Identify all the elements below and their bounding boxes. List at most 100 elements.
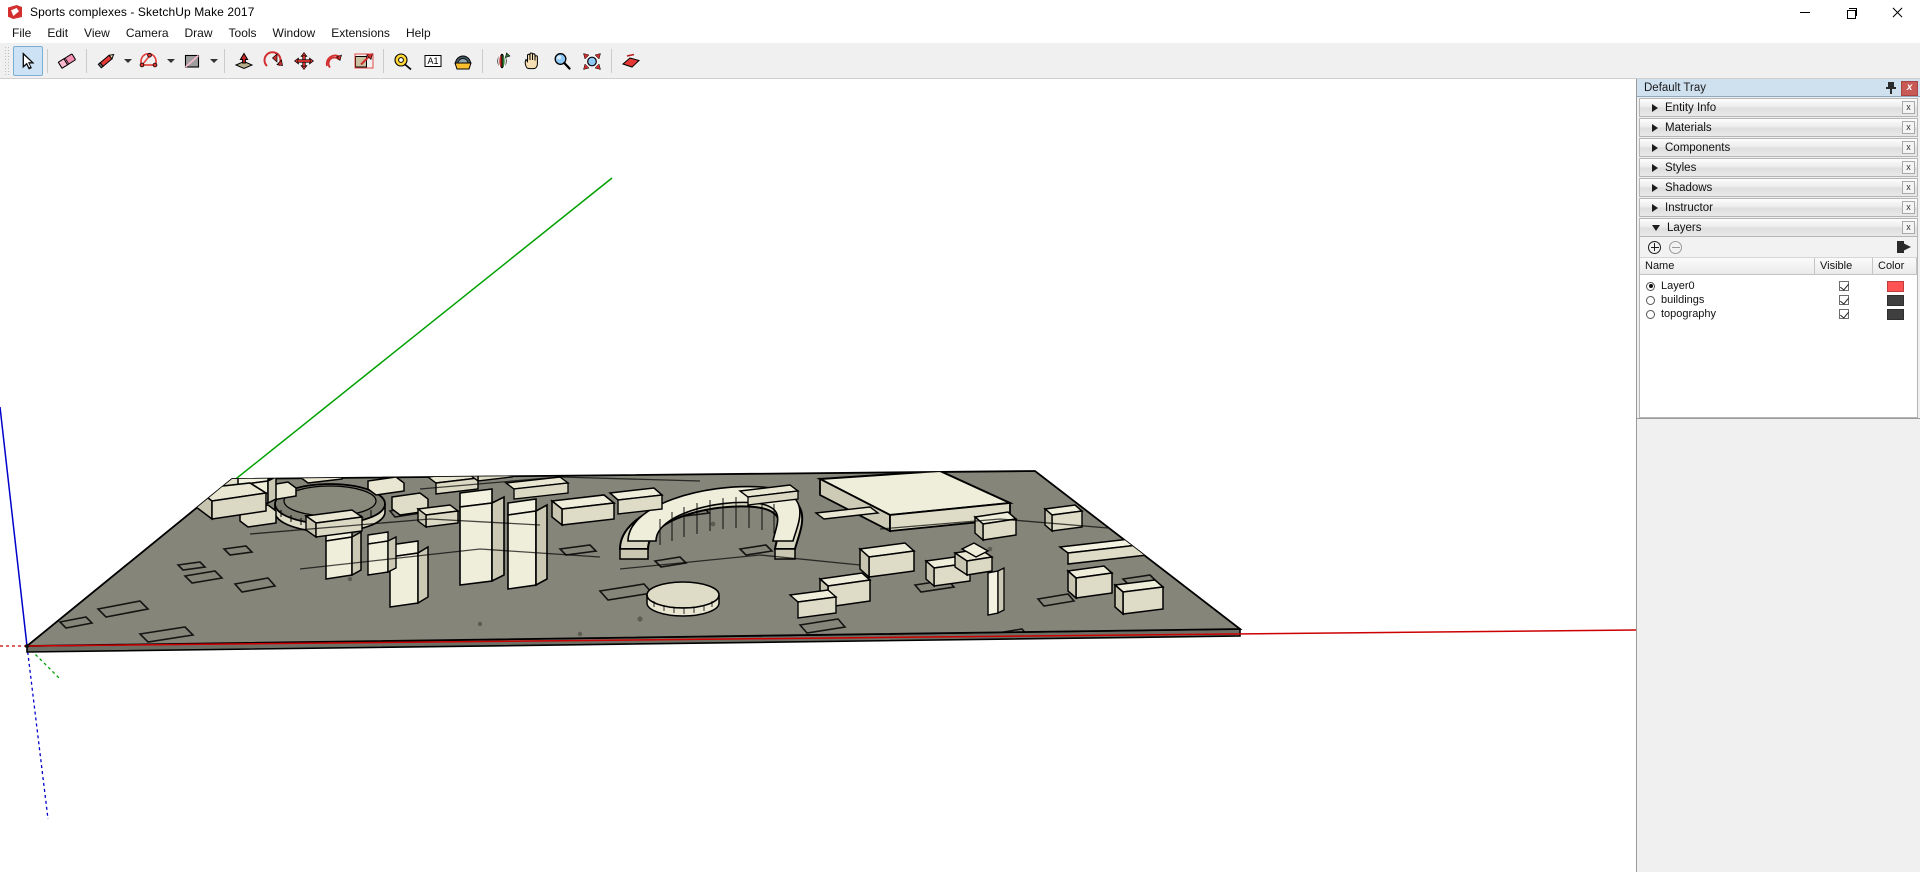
panel-label: Shadows <box>1665 181 1713 194</box>
close-button[interactable] <box>1874 0 1920 24</box>
toolbar-drag-handle[interactable] <box>3 46 10 75</box>
panel-close-button[interactable]: x <box>1902 221 1915 234</box>
section-plane-icon <box>620 51 642 71</box>
layer-details-arrow-icon[interactable] <box>1897 240 1912 255</box>
title-bar: Sports complexes - SketchUp Make 2017 <box>0 0 1920 24</box>
layer-color-swatch[interactable] <box>1886 280 1904 292</box>
column-header-name[interactable]: Name <box>1640 258 1815 274</box>
line-tool-button[interactable] <box>91 46 121 76</box>
left-corner-blocks <box>193 471 277 521</box>
layer-color-cell[interactable] <box>1873 280 1917 292</box>
menu-view[interactable]: View <box>76 24 118 43</box>
pin-icon[interactable] <box>1884 80 1898 96</box>
hand-pan-icon <box>521 51 543 71</box>
layer-color-swatch[interactable] <box>1886 294 1904 306</box>
menu-edit[interactable]: Edit <box>39 24 76 43</box>
move-tool-button[interactable] <box>289 46 319 76</box>
menu-file[interactable]: File <box>4 24 39 43</box>
panel-components[interactable]: Components x <box>1639 138 1918 157</box>
offset-icon <box>323 51 345 71</box>
add-layer-icon[interactable] <box>1646 239 1663 256</box>
pushpull-tool-button[interactable] <box>229 46 259 76</box>
text-a1-icon: A1 <box>422 51 444 71</box>
maximize-button[interactable] <box>1828 0 1874 24</box>
table-row[interactable]: topography <box>1640 307 1917 321</box>
menu-draw[interactable]: Draw <box>177 24 221 43</box>
rectangle-tool-button[interactable] <box>177 46 207 76</box>
panel-close-button[interactable]: x <box>1902 101 1915 114</box>
layer-visible-checkbox[interactable] <box>1839 281 1849 291</box>
axes <box>0 406 61 820</box>
followme-tool-button[interactable] <box>349 46 379 76</box>
panel-close-button[interactable]: x <box>1902 121 1915 134</box>
protractor-tool-button[interactable] <box>448 46 478 76</box>
section-plane-tool-button[interactable] <box>616 46 646 76</box>
layer-visible-cell[interactable] <box>1815 281 1873 291</box>
layer-visible-cell[interactable] <box>1815 309 1873 319</box>
layer-name-cell[interactable]: topography <box>1640 308 1815 320</box>
layer-active-radio[interactable] <box>1646 281 1655 291</box>
toolbar-separator <box>47 48 48 73</box>
table-row[interactable]: buildings <box>1640 293 1917 307</box>
panel-instructor[interactable]: Instructor x <box>1639 198 1918 217</box>
tray-close-button[interactable]: x <box>1901 80 1918 96</box>
layer-visible-checkbox[interactable] <box>1839 309 1849 319</box>
restore-icon <box>1846 7 1857 19</box>
layer-active-radio[interactable] <box>1646 309 1655 319</box>
svg-text:A1: A1 <box>427 56 438 66</box>
zoom-extents-tool-button[interactable] <box>577 46 607 76</box>
minimize-button[interactable] <box>1782 0 1828 24</box>
menu-help[interactable]: Help <box>398 24 439 43</box>
panel-layers[interactable]: Layers x <box>1639 218 1918 237</box>
layer-color-swatch[interactable] <box>1886 308 1904 320</box>
arrow-cursor-icon <box>18 51 38 71</box>
rectangle-tool-dropdown[interactable] <box>207 46 220 76</box>
arc-tool-dropdown[interactable] <box>164 46 177 76</box>
tray-title: Default Tray <box>1644 81 1706 94</box>
panel-close-button[interactable]: x <box>1902 181 1915 194</box>
rotate-tool-button[interactable] <box>259 46 289 76</box>
column-header-visible[interactable]: Visible <box>1815 258 1873 274</box>
panel-label: Materials <box>1665 121 1712 134</box>
text-tool-button[interactable]: A1 <box>418 46 448 76</box>
layer-name-cell[interactable]: Layer0 <box>1640 280 1815 292</box>
remove-layer-icon[interactable] <box>1667 239 1684 256</box>
tape-measure-tool-button[interactable] <box>388 46 418 76</box>
layer-name-label: topography <box>1661 308 1717 320</box>
offset-tool-button[interactable] <box>319 46 349 76</box>
layer-color-cell[interactable] <box>1873 294 1917 306</box>
panel-close-button[interactable]: x <box>1902 201 1915 214</box>
menu-tools[interactable]: Tools <box>221 24 265 43</box>
column-header-color[interactable]: Color <box>1873 258 1917 274</box>
panel-shadows[interactable]: Shadows x <box>1639 178 1918 197</box>
layer-active-radio[interactable] <box>1646 295 1655 305</box>
layer-visible-checkbox[interactable] <box>1839 295 1849 305</box>
arc-tool-button[interactable] <box>134 46 164 76</box>
layer-name-cell[interactable]: buildings <box>1640 294 1815 306</box>
panel-close-button[interactable]: x <box>1902 161 1915 174</box>
layer-visible-cell[interactable] <box>1815 295 1873 305</box>
panel-styles[interactable]: Styles x <box>1639 158 1918 177</box>
rectangle-icon <box>181 51 203 71</box>
eraser-tool-button[interactable] <box>52 46 82 76</box>
chevron-right-icon <box>1652 103 1658 112</box>
layer-color-cell[interactable] <box>1873 308 1917 320</box>
sketchup-window: Sports complexes - SketchUp Make 2017 Fi… <box>0 0 1920 872</box>
magnifier-icon <box>551 51 573 71</box>
panel-label: Entity Info <box>1665 101 1717 114</box>
panel-materials[interactable]: Materials x <box>1639 118 1918 137</box>
panel-entity-info[interactable]: Entity Info x <box>1639 98 1918 117</box>
toolbar-separator <box>383 48 384 73</box>
line-tool-dropdown[interactable] <box>121 46 134 76</box>
menu-extensions[interactable]: Extensions <box>323 24 398 43</box>
select-tool-button[interactable] <box>13 45 43 76</box>
pan-tool-button[interactable] <box>517 46 547 76</box>
model-viewport[interactable] <box>0 79 1636 872</box>
menu-camera[interactable]: Camera <box>118 24 177 43</box>
menu-window[interactable]: Window <box>265 24 324 43</box>
zoom-tool-button[interactable] <box>547 46 577 76</box>
table-row[interactable]: Layer0 <box>1640 279 1917 293</box>
orbit-tool-button[interactable] <box>487 46 517 76</box>
chevron-down-icon <box>1652 224 1660 231</box>
panel-close-button[interactable]: x <box>1902 141 1915 154</box>
